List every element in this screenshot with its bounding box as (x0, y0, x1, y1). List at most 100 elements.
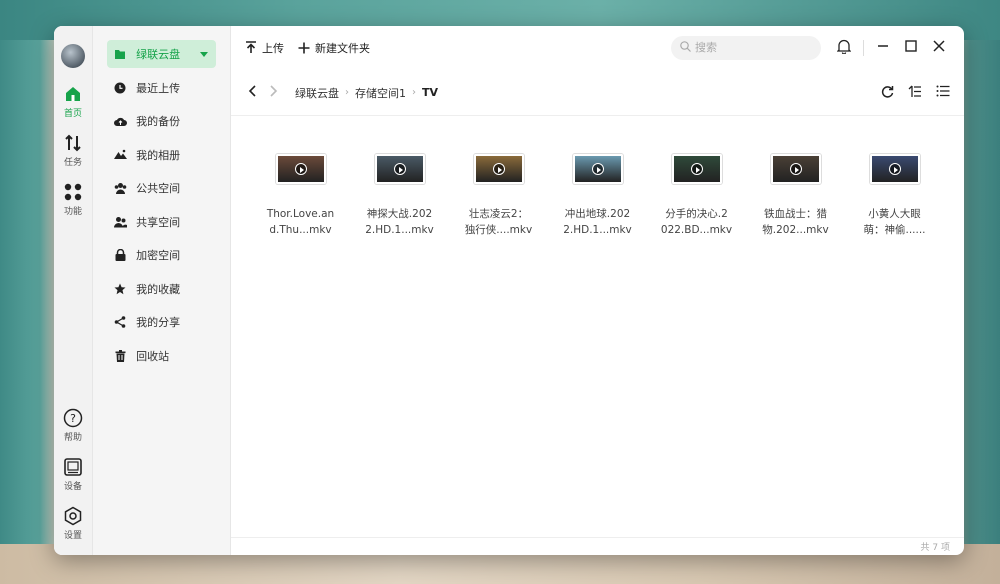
play-icon (492, 163, 505, 175)
file-item[interactable]: Thor.Love.an d.Thu...mkv (251, 142, 350, 238)
rail-item-device[interactable]: 设备 (63, 457, 83, 492)
upload-icon (245, 41, 257, 54)
file-name-line: 神探大战.202 (366, 208, 433, 220)
toolbar: 上传 新建文件夹 (231, 26, 964, 70)
file-name: Thor.Love.an d.Thu...mkv (261, 206, 341, 238)
sidebar-item-public-space[interactable]: 公共空间 (107, 174, 216, 202)
close-icon (933, 40, 945, 55)
play-icon (690, 163, 703, 175)
close-button[interactable] (928, 37, 950, 59)
chevron-right-icon (270, 85, 278, 100)
upload-label: 上传 (262, 41, 284, 55)
cloud-upload-icon (113, 114, 127, 128)
sidebar-item-label: 我的备份 (136, 115, 181, 128)
sidebar-item-ugreen-cloud[interactable]: 绿联云盘 (107, 40, 216, 68)
back-button[interactable] (241, 82, 263, 104)
sidebar-item-label: 回收站 (136, 349, 170, 363)
breadcrumb-separator-icon: › (412, 87, 416, 98)
sidebar-item-recycle-bin[interactable]: 回收站 (107, 342, 216, 370)
upload-button[interactable]: 上传 (245, 40, 284, 56)
file-name-line: 分手的决心.2 (665, 208, 728, 220)
file-item[interactable]: 小黄人大眼萌：神偷...... (845, 142, 944, 238)
toolbar-divider (863, 39, 864, 56)
refresh-button[interactable] (876, 82, 898, 104)
group-icon (113, 181, 127, 195)
search-box[interactable] (671, 35, 821, 60)
forward-button[interactable] (263, 82, 285, 104)
file-name-line: 独行侠....mkv (464, 224, 533, 236)
minimize-button[interactable] (872, 37, 894, 59)
rail-item-label: 帮助 (64, 433, 83, 443)
video-thumbnail (275, 154, 326, 184)
file-name: 冲出地球.202 2.HD.1...mkv (558, 206, 638, 238)
maximize-button[interactable] (900, 37, 922, 59)
refresh-icon (881, 85, 894, 101)
file-item[interactable]: 冲出地球.202 2.HD.1...mkv (548, 142, 647, 238)
sort-icon (908, 85, 922, 101)
sidebar: 绿联云盘 最近上传 我的备份 我的相册 公共空间 共享空间 加密空间 我的收藏 … (93, 26, 231, 555)
clock-icon (113, 81, 127, 95)
file-name-line: d.Thu...mkv (269, 224, 332, 236)
play-icon (393, 163, 406, 175)
sidebar-item-label: 公共空间 (136, 182, 181, 195)
sidebar-item-favorites[interactable]: 我的收藏 (107, 275, 216, 303)
notifications-button[interactable] (833, 37, 855, 59)
sidebar-item-encrypted-space[interactable]: 加密空间 (107, 241, 216, 269)
file-grid: Thor.Love.an d.Thu...mkv 神探大战.202 2.HD.1...… (251, 142, 944, 238)
file-name-line: Thor.Love.an (266, 208, 335, 220)
path-bar: 绿联云盘 › 存储空间1 › TV (231, 70, 964, 116)
sort-button[interactable] (904, 82, 926, 104)
breadcrumb: 绿联云盘 › 存储空间1 › TV (295, 85, 438, 101)
file-item[interactable]: 神探大战.202 2.HD.1...mkv (350, 142, 449, 238)
device-icon (63, 457, 83, 477)
caret-down-icon[interactable] (200, 48, 208, 61)
apps-grid-icon (63, 182, 83, 202)
file-name-line: 萌：神偷...... (863, 224, 926, 236)
rail-item-functions[interactable]: 功能 (63, 182, 83, 217)
rail-item-tasks[interactable]: 任务 (63, 133, 83, 168)
new-folder-button[interactable]: 新建文件夹 (298, 40, 370, 56)
file-name: 小黄人大眼萌：神偷...... (855, 206, 935, 238)
rail-item-label: 设置 (64, 531, 83, 541)
minimize-icon (877, 40, 889, 55)
sidebar-item-recent-uploads[interactable]: 最近上传 (107, 74, 216, 102)
home-icon (63, 84, 83, 104)
users-icon (113, 215, 127, 229)
file-item[interactable]: 壮志凌云2： 独行侠....mkv (449, 142, 548, 238)
file-name: 神探大战.202 2.HD.1...mkv (360, 206, 440, 238)
file-name-line: 小黄人大眼 (868, 208, 921, 220)
video-thumbnail (374, 154, 425, 184)
list-view-button[interactable] (932, 82, 954, 104)
sidebar-item-my-shares[interactable]: 我的分享 (107, 308, 216, 336)
share-icon (113, 315, 127, 329)
file-item[interactable]: 分手的决心.2 022.BD...mkv (647, 142, 746, 238)
trash-icon (113, 349, 127, 363)
file-name-line: 022.BD...mkv (660, 224, 733, 236)
rail-item-home[interactable]: 首页 (63, 84, 83, 119)
rail-item-label: 任务 (64, 158, 83, 168)
breadcrumb-item[interactable]: 绿联云盘 (295, 85, 339, 101)
rail-item-settings[interactable]: 设置 (63, 506, 83, 541)
search-input[interactable] (695, 41, 805, 54)
file-item[interactable]: 铁血战士：猎 物.202...mkv (746, 142, 845, 238)
sidebar-item-label: 我的收藏 (136, 282, 181, 296)
sidebar-item-label: 我的相册 (136, 148, 181, 162)
status-bar: 共 7 项 (231, 537, 964, 555)
video-thumbnail (869, 154, 920, 184)
rail-item-label: 功能 (64, 207, 83, 217)
video-thumbnail (473, 154, 524, 184)
play-icon (789, 163, 802, 175)
sidebar-item-my-album[interactable]: 我的相册 (107, 141, 216, 169)
file-name-line: 壮志凌云2： (468, 208, 529, 220)
breadcrumb-item[interactable]: 存储空间1 (355, 85, 406, 101)
sidebar-item-label: 最近上传 (136, 81, 181, 95)
sidebar-item-shared-space[interactable]: 共享空间 (107, 208, 216, 236)
settings-hexagon-icon (63, 506, 83, 526)
sidebar-item-label: 绿联云盘 (136, 48, 181, 61)
bell-icon (836, 39, 852, 57)
star-icon (113, 282, 127, 296)
rail-item-help[interactable]: ? 帮助 (63, 408, 83, 443)
item-count: 共 7 项 (920, 543, 950, 553)
avatar[interactable] (61, 44, 86, 68)
sidebar-item-my-backup[interactable]: 我的备份 (107, 107, 216, 135)
